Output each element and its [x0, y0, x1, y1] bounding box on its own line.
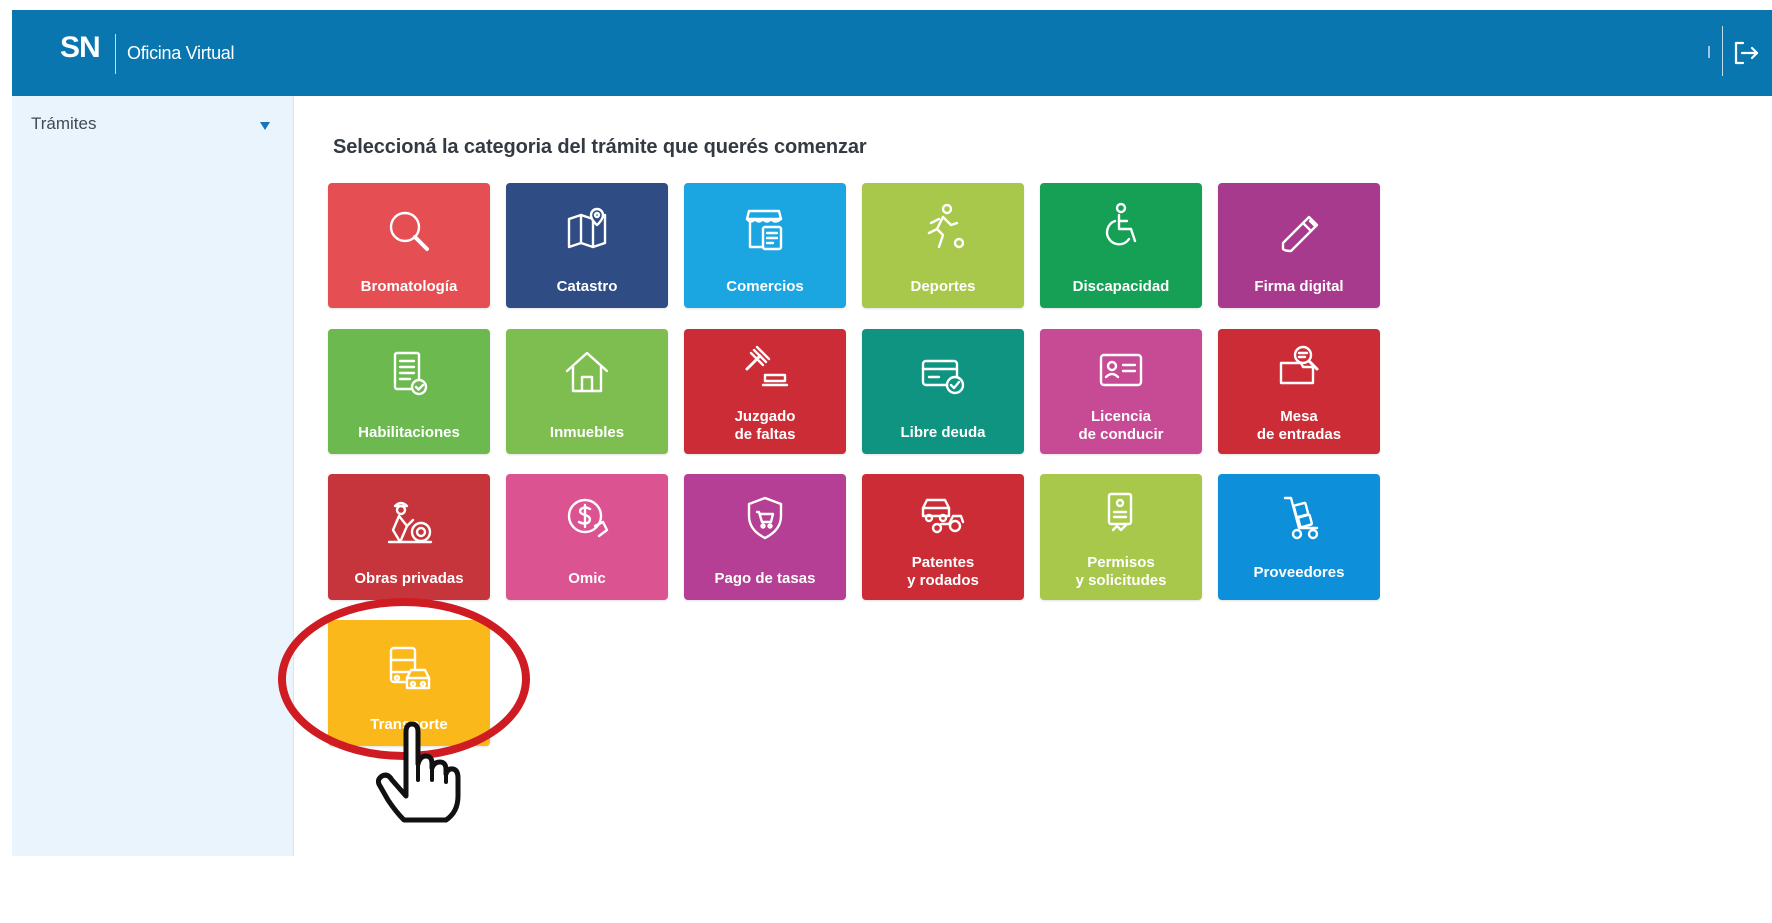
tile-label: Proveedores: [1253, 564, 1345, 581]
tile-label: Inmuebles: [549, 424, 625, 441]
app-title: Oficina Virtual: [127, 43, 235, 63]
magnifier-icon: [389, 211, 429, 251]
tile-label: Obras privadas: [354, 570, 464, 587]
tile-inmuebles[interactable]: Inmuebles: [506, 329, 668, 454]
tile-libre-deuda[interactable]: Libre deuda: [862, 329, 1024, 454]
tile-label: Bromatología: [360, 278, 458, 295]
map-pin-icon: [567, 207, 607, 249]
tile-deportes[interactable]: Deportes: [862, 183, 1024, 308]
storefront-icon: [745, 209, 783, 251]
logo[interactable]: SN: [60, 31, 101, 65]
page-title: Seleccioná la categoria del trámite que …: [333, 136, 867, 158]
dollar-hand-icon: [567, 498, 609, 538]
tile-bromatologia[interactable]: Bromatología: [328, 183, 490, 308]
sidebar-item-tramites[interactable]: Trámites: [12, 96, 293, 142]
tile-label: Patentes y rodados: [907, 554, 979, 589]
runner-icon: [927, 203, 965, 249]
tile-label: Juzgado de faltas: [734, 408, 796, 443]
tile-mesa-de-entradas[interactable]: Mesa de entradas: [1218, 329, 1380, 454]
tile-habilitaciones[interactable]: Habilitaciones: [328, 329, 490, 454]
tile-label: Libre deuda: [900, 424, 986, 441]
tile-label: Mesa de entradas: [1256, 408, 1342, 443]
caret-down-icon: [260, 122, 270, 130]
id-card-icon: [1099, 353, 1143, 387]
tile-label: Catastro: [556, 278, 618, 295]
tile-label: Habilitaciones: [358, 424, 460, 441]
gavel-icon: [745, 345, 789, 387]
tile-comercios[interactable]: Comercios: [684, 183, 846, 308]
tile-label: Transporte: [370, 716, 448, 733]
bus-car-icon: [389, 646, 431, 690]
logo-divider: [115, 34, 116, 74]
top-bar: SN Oficina Virtual: [12, 10, 1772, 96]
tile-pago-de-tasas[interactable]: Pago de tasas: [684, 474, 846, 600]
card-check-icon: [921, 359, 965, 395]
tile-discapacidad[interactable]: Discapacidad: [1040, 183, 1202, 308]
header-divider-mark: [1708, 46, 1710, 58]
hand-truck-icon: [1283, 496, 1319, 540]
tile-label: Comercios: [726, 278, 804, 295]
tile-label: Licencia de conducir: [1078, 408, 1164, 443]
tile-catastro[interactable]: Catastro: [506, 183, 668, 308]
tile-label: Omic: [568, 570, 606, 587]
document-check-icon: [393, 351, 428, 396]
header-divider: [1722, 26, 1723, 76]
inbox-search-icon: [1279, 345, 1319, 385]
car-moto-icon: [921, 498, 965, 534]
sidebar: Trámites: [12, 96, 294, 856]
tile-label: Firma digital: [1254, 278, 1344, 295]
tile-label: Discapacidad: [1072, 278, 1170, 295]
worker-icon: [387, 501, 433, 544]
sidebar-item-label: Trámites: [31, 114, 97, 133]
wheelchair-icon: [1105, 202, 1137, 246]
tile-firma-digital[interactable]: Firma digital: [1218, 183, 1380, 308]
tile-label: Pago de tasas: [714, 570, 816, 587]
tile-permisos-y-solicitudes[interactable]: Permisos y solicitudes: [1040, 474, 1202, 600]
tile-licencia-de-conducir[interactable]: Licencia de conducir: [1040, 329, 1202, 454]
house-icon: [565, 351, 609, 393]
logout-button[interactable]: [1730, 36, 1764, 70]
permit-doc-icon: [1107, 492, 1133, 532]
tile-label: Permisos y solicitudes: [1075, 554, 1167, 589]
shield-cart-icon: [747, 496, 783, 540]
logout-icon: [1734, 41, 1759, 65]
tile-proveedores[interactable]: Proveedores: [1218, 474, 1380, 600]
tile-transporte[interactable]: Transporte: [328, 620, 490, 746]
tile-obras-privadas[interactable]: Obras privadas: [328, 474, 490, 600]
tile-patentes-y-rodados[interactable]: Patentes y rodados: [862, 474, 1024, 600]
tile-juzgado-de-faltas[interactable]: Juzgado de faltas: [684, 329, 846, 454]
tile-label: Deportes: [910, 278, 976, 295]
tile-omic[interactable]: Omic: [506, 474, 668, 600]
usb-key-icon: [1281, 215, 1319, 253]
